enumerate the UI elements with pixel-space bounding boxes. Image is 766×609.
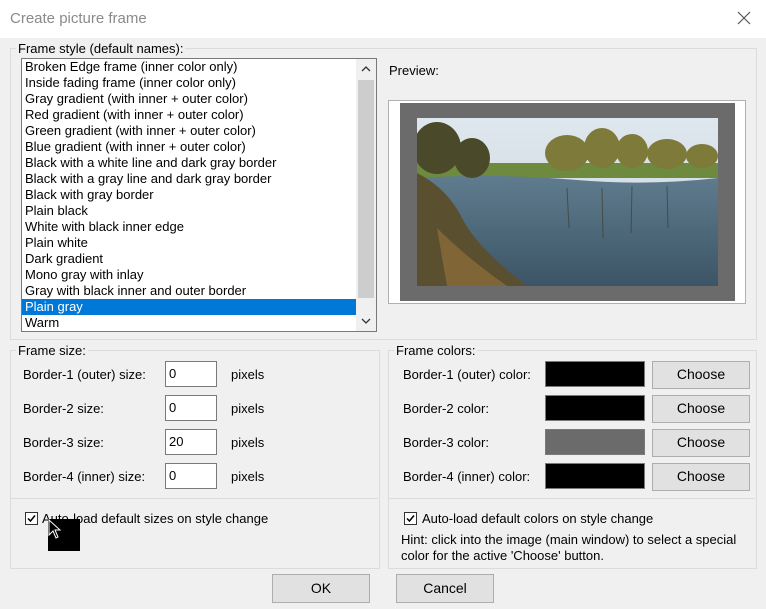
frame-style-list[interactable]: Broken Edge frame (inner color only) Insi… [21,58,377,332]
frame-colors-label: Frame colors: [394,343,478,358]
autoload-colors-checkbox[interactable] [404,512,417,525]
checkmark-icon [27,515,36,523]
list-item[interactable]: Broken Edge frame (inner color only) [22,59,358,75]
border-4-color-swatch[interactable] [545,463,645,489]
list-item[interactable]: Black with gray border [22,187,358,203]
list-item[interactable]: Dark gradient [22,251,358,267]
list-item[interactable]: Warm [22,315,358,331]
border-1-size-input[interactable]: 0 [165,361,217,387]
preview-frame[interactable] [400,103,735,301]
border-2-size-input[interactable]: 0 [165,395,217,421]
border-1-color-swatch[interactable] [545,361,645,387]
border-3-size-unit: pixels [231,435,265,450]
frame-size-label: Frame size: [16,343,88,358]
ok-button[interactable]: OK [272,574,370,603]
list-item[interactable]: Blue gradient (with inner + outer color) [22,139,358,155]
mouse-pointer-icon [48,519,62,539]
frame-style-label: Frame style (default names): [16,41,186,56]
autoload-sizes-checkbox[interactable] [25,512,38,525]
list-item[interactable]: Plain white [22,235,358,251]
border-4-choose-button[interactable]: Choose [652,463,750,491]
window-title: Create picture frame [10,10,147,27]
list-item[interactable]: White with black inner edge [22,219,358,235]
list-item[interactable]: Gray with black inner and outer border [22,283,358,299]
border-1-color-label: Border-1 (outer) color: [403,367,531,382]
list-item[interactable]: Green gradient (with inner + outer color… [22,123,358,139]
border-3-color-swatch[interactable] [545,429,645,455]
border-2-size-label: Border-2 size: [23,401,104,416]
border-2-color-label: Border-2 color: [403,401,489,416]
scrollbar-thumb[interactable] [358,80,374,298]
border-2-color-swatch[interactable] [545,395,645,421]
border-3-color-label: Border-3 color: [403,435,489,450]
border-3-size-label: Border-3 size: [23,435,104,450]
border-3-choose-button[interactable]: Choose [652,429,750,457]
cancel-button[interactable]: Cancel [396,574,494,603]
list-item[interactable]: Red gradient (with inner + outer color) [22,107,358,123]
cursor-overlay [48,519,80,551]
list-item[interactable]: Plain gray [22,299,358,315]
preview-label: Preview: [389,63,439,78]
close-icon[interactable] [736,10,752,26]
border-1-size-unit: pixels [231,367,265,382]
autoload-colors-label[interactable]: Auto-load default colors on style change [422,511,653,526]
border-3-size-input[interactable]: 20 [165,429,217,455]
scroll-down-icon[interactable] [356,311,376,331]
border-4-size-input[interactable]: 0 [165,463,217,489]
border-1-choose-button[interactable]: Choose [652,361,750,389]
preview-image[interactable] [417,118,718,286]
hint-text: Hint: click into the image (main window)… [401,532,737,563]
border-2-size-unit: pixels [231,401,265,416]
border-4-color-label: Border-4 (inner) color: [403,469,531,484]
list-item[interactable]: Black with a gray line and dark gray bor… [22,171,358,187]
list-item[interactable]: Black with a white line and dark gray bo… [22,155,358,171]
checkmark-icon [406,515,415,523]
border-4-size-unit: pixels [231,469,265,484]
border-1-size-label: Border-1 (outer) size: [23,367,146,382]
frame-colors-divider [389,498,755,499]
scroll-up-icon[interactable] [356,59,376,79]
border-4-size-label: Border-4 (inner) size: [23,469,146,484]
list-item[interactable]: Gray gradient (with inner + outer color) [22,91,358,107]
list-item[interactable]: Plain black [22,203,358,219]
list-item[interactable]: Mono gray with inlay [22,267,358,283]
border-2-choose-button[interactable]: Choose [652,395,750,423]
list-item[interactable]: Inside fading frame (inner color only) [22,75,358,91]
frame-size-divider [11,498,378,499]
